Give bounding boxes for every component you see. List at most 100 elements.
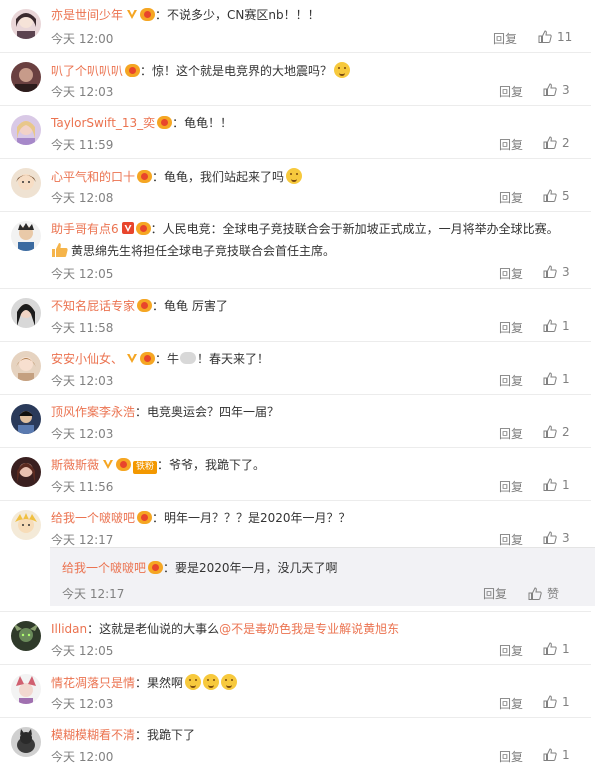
vip-badge-icon (137, 170, 153, 183)
thumbs-up-icon (543, 319, 557, 332)
reply-button[interactable]: 回复 (499, 189, 523, 206)
avatar[interactable] (11, 221, 41, 251)
emoji-icon (185, 674, 202, 690)
reply-button[interactable]: 回复 (499, 695, 523, 712)
username-link[interactable]: 给我一个啵啵吧 (51, 511, 135, 525)
username-link[interactable]: 助手哥有点6 (51, 222, 119, 236)
emoji-icon (334, 62, 351, 78)
comment-time: 今天 12:03 (51, 697, 114, 711)
username-link[interactable]: 心平气和的口十 (51, 170, 135, 184)
like-button[interactable]: 3 (543, 265, 570, 279)
username-link[interactable]: 安安小仙女、 (51, 352, 123, 366)
comment-time: 今天 12:00 (51, 750, 114, 764)
reply-button[interactable]: 回复 (499, 642, 523, 659)
thumbs-up-icon (543, 189, 557, 202)
like-count: 3 (562, 265, 570, 279)
like-button[interactable]: 2 (543, 425, 570, 439)
reply-button[interactable]: 回复 (499, 425, 523, 442)
comment-time: 今天 11:59 (51, 138, 114, 152)
comment-time: 今天 12:05 (51, 267, 114, 281)
thumbs-up-icon (538, 30, 552, 43)
username-link[interactable]: 不知名屁话专家 (51, 299, 135, 313)
comment-text: ：龟龟！！ (172, 116, 233, 130)
thumbs-up-icon (543, 83, 557, 96)
like-button[interactable]: 11 (538, 30, 572, 44)
username-link[interactable]: TaylorSwift_13_奕 (51, 116, 155, 130)
like-count: 1 (562, 695, 570, 709)
reply-button[interactable]: 回复 (499, 372, 523, 389)
reply-button[interactable]: 回复 (499, 319, 523, 336)
comment-body: 斯薇斯薇 铁粉 ：爷爷，我跪下了。 (51, 457, 571, 474)
username-link[interactable]: Illidan (51, 622, 87, 636)
thumbs-up-icon (52, 243, 68, 257)
like-button[interactable]: 3 (543, 83, 570, 97)
like-button[interactable]: 1 (543, 372, 570, 386)
like-button[interactable]: 1 (543, 642, 570, 656)
avatar[interactable] (11, 9, 41, 39)
comment-time: 今天 11:56 (51, 480, 114, 494)
mention-link[interactable]: @不是毒奶色我是专业解说黄旭东 (219, 622, 399, 636)
username-link[interactable]: 顶风作案李永浩 (51, 405, 135, 419)
comment-time: 今天 12:03 (51, 85, 114, 99)
avatar[interactable] (11, 298, 41, 328)
sub-reply-body: 给我一个啵啵吧 ：要是2020年一月，没几天了啊 (62, 560, 582, 576)
reply-button[interactable]: 回复 (499, 748, 523, 765)
like-button[interactable]: 5 (543, 189, 570, 203)
reply-button[interactable]: 回复 (499, 265, 523, 282)
avatar[interactable] (11, 510, 41, 540)
emoji-icon (180, 352, 197, 364)
like-button[interactable]: 2 (543, 136, 570, 150)
like-count: 3 (562, 83, 570, 97)
verified-icon (121, 222, 134, 234)
comment-item: 情花凋落只是情：果然啊 今天 12:03 回复 1 (0, 665, 591, 718)
like-button[interactable]: 3 (543, 531, 570, 545)
reply-button[interactable]: 回复 (483, 585, 507, 602)
emoji-icon (286, 168, 303, 184)
username-link[interactable]: 情花凋落只是情 (51, 676, 135, 690)
avatar[interactable] (11, 621, 41, 651)
vip-badge-icon (140, 8, 156, 21)
reply-button[interactable]: 回复 (499, 136, 523, 153)
avatar[interactable] (11, 168, 41, 198)
comment-body: TaylorSwift_13_奕 ：龟龟！！ (51, 115, 571, 131)
comment-list: 亦是世间少年 ：不说多少，CN赛区nb！！！ 今天 12:00 回复 11 叭了个… (0, 0, 595, 771)
username-link[interactable]: 模糊模糊看不清 (51, 728, 135, 742)
username-link[interactable]: 叭了个叭叭叭 (51, 64, 123, 78)
vip-badge-icon (148, 561, 164, 574)
vip-badge-icon (135, 222, 151, 235)
reply-button[interactable]: 回复 (499, 531, 523, 548)
comment-time: 今天 12:00 (51, 32, 114, 46)
reply-button[interactable]: 回复 (499, 83, 523, 100)
like-button[interactable]: 1 (543, 748, 570, 762)
vip-badge-icon (157, 116, 173, 129)
reply-button[interactable]: 回复 (499, 478, 523, 495)
comment-item: 不知名屁话专家 ：龟龟 厉害了 今天 11:58 回复 1 (0, 289, 591, 342)
like-button[interactable]: 1 (543, 319, 570, 333)
username-link[interactable]: 给我一个啵啵吧 (62, 561, 146, 575)
comment-text: 黄思绵先生将担任全球电子竞技联合会首任主席。 (71, 244, 336, 258)
username-link[interactable]: 斯薇斯薇 (51, 458, 99, 472)
like-button[interactable]: 1 (543, 478, 570, 492)
like-count: 2 (562, 425, 570, 439)
comment-body: 给我一个啵啵吧 ：明年一月？？？是2020年一月？？ (51, 510, 571, 526)
username-link[interactable]: 亦是世间少年 (51, 8, 123, 22)
like-button[interactable]: 1 (543, 695, 570, 709)
thumbs-up-icon (543, 478, 557, 491)
reply-button[interactable]: 回复 (493, 30, 517, 47)
like-button[interactable]: 赞 (528, 585, 559, 602)
avatar[interactable] (11, 727, 41, 757)
avatar[interactable] (11, 115, 41, 145)
comment-time: 今天 11:58 (51, 321, 114, 335)
avatar[interactable] (11, 674, 41, 704)
comment-text: ：惊！这个就是电竞界的大地震吗？ (140, 64, 333, 78)
avatar[interactable] (11, 62, 41, 92)
comment-item: 模糊模糊看不清：我跪下了 今天 12:00 回复 1 (0, 718, 591, 770)
like-count: 1 (562, 372, 570, 386)
avatar[interactable] (11, 404, 41, 434)
comment-body-line2: 黄思绵先生将担任全球电子竞技联合会首任主席。 (51, 242, 571, 259)
avatar[interactable] (11, 457, 41, 487)
emoji-icon (221, 674, 238, 690)
comment-time: 今天 12:05 (51, 644, 114, 658)
comment-body: 安安小仙女、 ：牛 ！春天来了！ (51, 351, 571, 367)
avatar[interactable] (11, 351, 41, 381)
